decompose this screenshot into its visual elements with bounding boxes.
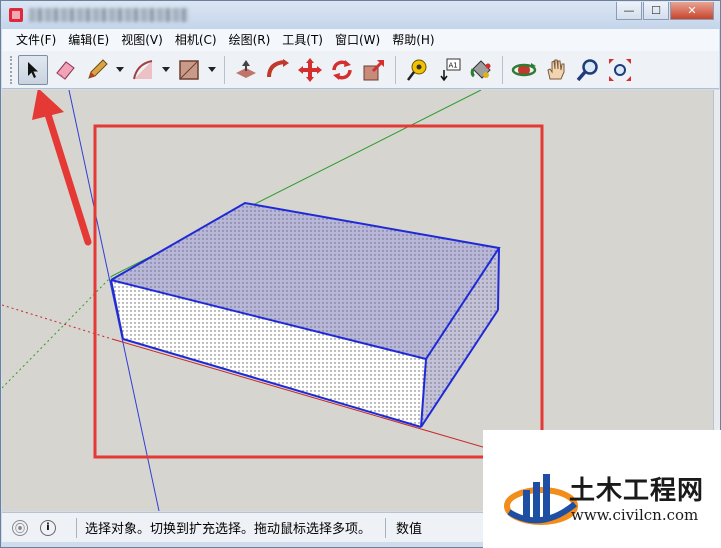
title-bar: — ☐ ✕ xyxy=(1,1,720,29)
watermark: 土木工程网 www.civilcn.com xyxy=(483,430,721,548)
menu-file[interactable]: 文件(F) xyxy=(10,30,62,50)
pointer-arrow-icon xyxy=(32,90,92,246)
select-tool-button[interactable] xyxy=(18,54,48,85)
menu-tools[interactable]: 工具(T) xyxy=(276,30,329,50)
move-tool-button[interactable] xyxy=(295,55,325,85)
zoom-icon xyxy=(576,58,598,81)
toolbar-separator xyxy=(395,55,396,84)
zoom-tool-button[interactable] xyxy=(573,55,603,85)
close-button[interactable]: ✕ xyxy=(670,2,714,20)
orbit-icon xyxy=(511,62,537,76)
follow-me-icon xyxy=(267,58,289,77)
follow-me-tool-button[interactable] xyxy=(263,55,293,85)
pan-tool-button[interactable] xyxy=(541,55,571,85)
scale-icon xyxy=(363,59,385,80)
eraser-tool-button[interactable] xyxy=(50,55,80,85)
menu-camera[interactable]: 相机(C) xyxy=(169,30,223,50)
arc-dropdown[interactable] xyxy=(160,55,172,85)
toolbar: A1 xyxy=(2,51,719,89)
watermark-url: www.civilcn.com xyxy=(571,506,699,524)
arc-icon xyxy=(133,59,153,79)
toolbar-separator xyxy=(224,55,225,84)
text-tool-button[interactable]: A1 xyxy=(434,55,464,85)
text-icon: A1 xyxy=(440,58,461,81)
geo-location-icon[interactable]: ⦿ xyxy=(12,519,28,536)
rectangle-dropdown[interactable] xyxy=(206,55,218,85)
rectangle-tool-button[interactable] xyxy=(174,55,204,85)
rotate-icon xyxy=(332,59,352,80)
menu-window[interactable]: 窗口(W) xyxy=(329,30,386,50)
pencil-dropdown[interactable] xyxy=(114,55,126,85)
menu-bar: 文件(F) 编辑(E) 视图(V) 相机(C) 绘图(R) 工具(T) 窗口(W… xyxy=(2,29,719,51)
menu-draw[interactable]: 绘图(R) xyxy=(223,30,277,50)
orbit-tool-button[interactable] xyxy=(509,55,539,85)
toolbar-grip[interactable] xyxy=(10,55,14,84)
menu-view[interactable]: 视图(V) xyxy=(115,30,169,50)
eraser-icon xyxy=(56,60,75,80)
info-icon[interactable]: i xyxy=(40,519,56,536)
window-title xyxy=(29,8,189,22)
maximize-button[interactable]: ☐ xyxy=(643,2,669,20)
watermark-site-name: 土木工程网 xyxy=(569,476,705,506)
paint-bucket-icon xyxy=(470,59,491,79)
zoom-extents-icon xyxy=(609,58,631,81)
minimize-button[interactable]: — xyxy=(616,2,642,20)
pencil-tool-button[interactable] xyxy=(82,55,112,85)
zoom-extents-tool-button[interactable] xyxy=(605,55,635,85)
text-tool-label: A1 xyxy=(449,61,458,69)
push-pull-tool-button[interactable] xyxy=(231,55,261,85)
toolbar-separator xyxy=(502,55,503,84)
pencil-icon xyxy=(88,58,108,79)
paint-bucket-tool-button[interactable] xyxy=(466,55,496,85)
pan-icon xyxy=(547,59,565,79)
status-hint: 选择对象。切换到扩充选择。拖动鼠标选择多项。 xyxy=(85,522,372,537)
app-logo-icon xyxy=(9,8,23,22)
tape-measure-icon xyxy=(407,59,427,81)
window-controls: — ☐ ✕ xyxy=(616,2,714,20)
menu-help[interactable]: 帮助(H) xyxy=(386,30,440,50)
select-icon xyxy=(28,61,38,78)
push-pull-icon xyxy=(236,59,256,78)
rotate-tool-button[interactable] xyxy=(327,55,357,85)
tape-measure-tool-button[interactable] xyxy=(402,55,432,85)
status-separator xyxy=(76,517,77,538)
arc-tool-button[interactable] xyxy=(128,55,158,85)
value-label: 数值 xyxy=(396,522,423,537)
rectangle-icon xyxy=(179,59,199,80)
menu-edit[interactable]: 编辑(E) xyxy=(62,30,115,50)
status-separator xyxy=(385,517,387,538)
move-icon xyxy=(298,57,322,82)
scale-tool-button[interactable] xyxy=(359,55,389,85)
